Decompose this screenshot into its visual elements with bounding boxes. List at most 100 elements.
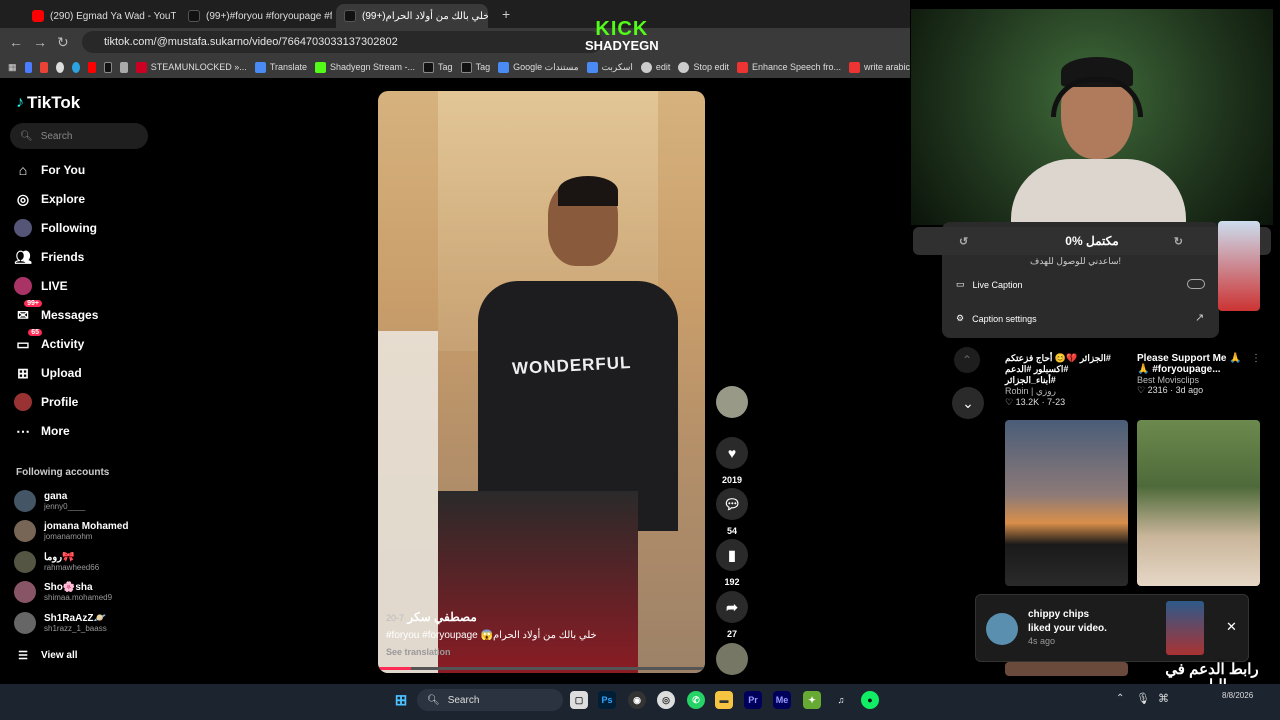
bookmark-translate[interactable]: Translate — [254, 61, 307, 73]
tiktok-icon[interactable] — [103, 61, 112, 73]
bookmark-stream[interactable]: Shadyegn Stream -... — [315, 61, 415, 73]
search-input[interactable]: 🔍︎ Search — [10, 123, 148, 149]
bookmark-steam[interactable]: STEAMUNLOCKED »... — [135, 61, 247, 73]
windows-start-icon[interactable]: ⊞ — [392, 691, 410, 709]
view-all-button[interactable]: ☰ View all — [14, 646, 77, 664]
tiktok-logo[interactable]: ♪ TikTok — [16, 93, 80, 113]
media-encoder-icon[interactable]: Me — [773, 691, 791, 709]
video-thumbnail[interactable] — [1005, 662, 1128, 676]
nav-label: For You — [41, 163, 86, 177]
nav-activity[interactable]: ▭ 65 Activity — [14, 329, 84, 353]
back-icon[interactable]: ← — [9, 34, 23, 50]
steam-icon — [135, 61, 147, 73]
rewind-icon[interactable]: ↺ — [959, 235, 968, 248]
nav-live[interactable]: LIVE — [14, 277, 68, 295]
obs-icon[interactable]: ◉ — [628, 691, 646, 709]
whatsapp-icon[interactable]: ✆ — [687, 691, 705, 709]
caption-settings-row[interactable]: ⚙ Caption settings — [956, 313, 1037, 324]
video-player[interactable]: WONDERFUL — [378, 91, 705, 673]
chrome-icon[interactable]: ◎ — [657, 691, 675, 709]
nav-more[interactable]: ⋯ More — [14, 422, 70, 440]
tab-tiktok-1[interactable]: (99+)#foryou #foryoupage #fy ✕ — [180, 4, 332, 28]
share-button[interactable]: ➦ 27 — [716, 591, 748, 639]
comment-button[interactable]: 💬︎ 54 — [716, 488, 748, 536]
telegram-icon[interactable] — [71, 61, 80, 73]
see-translation-link[interactable]: See translation — [386, 647, 696, 657]
video-author[interactable]: مصطفي سكر — [407, 610, 476, 624]
bookmark-tag-1[interactable]: Tag — [423, 61, 453, 73]
bookmark-write-arabic[interactable]: write arabic — [849, 61, 910, 73]
author-avatar-button[interactable] — [716, 386, 748, 424]
tab-tiktok-2[interactable]: (99+)خلي بالك من أولاد الحرام ✕ — [336, 4, 488, 28]
nav-for-you[interactable]: ⌂ For You — [14, 161, 85, 179]
more-options-icon[interactable]: ⋮ — [1251, 353, 1261, 364]
forward-icon[interactable]: ↻ — [1174, 235, 1183, 248]
activity-icon: ▭ 65 — [14, 329, 42, 353]
bookmark-edit[interactable]: edit — [640, 61, 670, 73]
reload-icon[interactable]: ↻ — [57, 34, 69, 51]
microphone-icon[interactable]: 🎙︎ — [1136, 692, 1150, 705]
nav-following[interactable]: Following — [14, 219, 97, 237]
account-item[interactable]: Sho🌸sha shimaa.mohamed9 — [14, 581, 112, 603]
nav-messages[interactable]: ✉ 99+ Messages — [14, 300, 98, 324]
video-thumbnail[interactable] — [1005, 420, 1128, 586]
task-view-icon[interactable]: ▢ — [570, 691, 588, 709]
clock[interactable]: 8/8/2026 — [1222, 691, 1253, 700]
chevron-down-icon[interactable]: ⌄ — [952, 387, 984, 419]
bookmark-label: write arabic — [864, 62, 910, 72]
premiere-icon[interactable]: Pr — [744, 691, 762, 709]
nav-explore[interactable]: ◎ Explore — [14, 190, 85, 208]
chrome-icon[interactable] — [56, 61, 64, 73]
close-icon[interactable]: ✕ — [1226, 619, 1237, 635]
meta-icon[interactable] — [24, 61, 33, 73]
video-thumbnail[interactable] — [1137, 420, 1260, 586]
taskbar-search[interactable]: 🔍︎ Search — [417, 689, 563, 711]
github-icon[interactable] — [119, 61, 128, 73]
photoshop-icon[interactable]: Ps — [598, 691, 616, 709]
like-button[interactable]: ♥ 2019 — [716, 437, 748, 485]
chevron-up-icon[interactable]: ⌃ — [1116, 693, 1124, 704]
account-item[interactable]: روما🎀 rahmawheed66 — [14, 551, 99, 573]
grid-item[interactable]: #الجزائر 💔😊 أحاج فزعتكم #اكسبلور #الدعم … — [1005, 353, 1120, 408]
tiktok-icon — [423, 61, 435, 73]
bookmark-script[interactable]: اسكربت — [586, 61, 633, 73]
video-progress-track[interactable] — [378, 667, 705, 670]
nav-upload[interactable]: ⊞ Upload — [14, 364, 82, 382]
nav-friends[interactable]: 👥︎ Friends — [14, 248, 84, 266]
chevron-up-icon[interactable]: ⌃ — [954, 347, 980, 373]
save-button[interactable]: ▮ 192 — [716, 539, 748, 587]
account-handle: jomanamohm — [44, 532, 93, 541]
live-caption-toggle[interactable] — [1187, 279, 1205, 289]
account-item[interactable]: gana jenny0____ — [14, 490, 85, 512]
external-link-icon[interactable]: ↗ — [1195, 311, 1204, 324]
bookmark-label: اسكربت — [601, 61, 633, 72]
bookmark-enhance[interactable]: Enhance Speech fro... — [736, 61, 841, 73]
account-item[interactable]: jomana Mohamed jomanamohm — [14, 520, 128, 542]
url-input[interactable]: tiktok.com/@mustafa.sukarno/video/766470… — [82, 31, 602, 53]
tab-youtube[interactable]: (290) Egmad Ya Wad - YouTube ✕ — [24, 4, 176, 28]
video-thumbnail[interactable] — [1218, 221, 1260, 311]
new-tab-button[interactable]: + — [502, 6, 510, 22]
bookmark-stop-edit[interactable]: Stop edit — [678, 61, 729, 73]
app-icon[interactable]: ✦ — [803, 691, 821, 709]
account-item[interactable]: Sh1RaAzZ🪐 sh1razz_1_baass — [14, 612, 107, 634]
gmail-icon[interactable] — [40, 61, 49, 73]
youtube-icon[interactable] — [87, 61, 96, 73]
video-time: 7-20 — [386, 613, 405, 623]
list-icon: ☰ — [18, 649, 28, 662]
network-icon[interactable]: ⌘ — [1158, 692, 1169, 705]
app-icon[interactable]: ● — [861, 691, 879, 709]
bookmark-docs[interactable]: Google مستندات — [498, 61, 579, 73]
account-name: Sh1RaAzZ🪐 — [44, 613, 106, 624]
notification-toast[interactable]: chippy chips liked your video. 4s ago ✕ — [975, 594, 1249, 662]
bookmark-tag-2[interactable]: Tag — [460, 61, 490, 73]
nav-profile[interactable]: Profile — [14, 393, 78, 411]
forward-icon[interactable]: → — [33, 34, 47, 50]
grid-item[interactable]: Please Support Me 🙏 🙏 #foryoupage... Bes… — [1137, 353, 1252, 396]
music-disc-button[interactable] — [716, 643, 748, 681]
apps-icon[interactable]: ▦ — [8, 62, 17, 73]
file-explorer-icon[interactable]: ▬ — [715, 691, 733, 709]
audio-app-icon[interactable]: ♫ — [832, 691, 850, 709]
kick-icon — [315, 61, 326, 73]
live-caption-row[interactable]: ▭ Live Caption — [956, 279, 1023, 290]
